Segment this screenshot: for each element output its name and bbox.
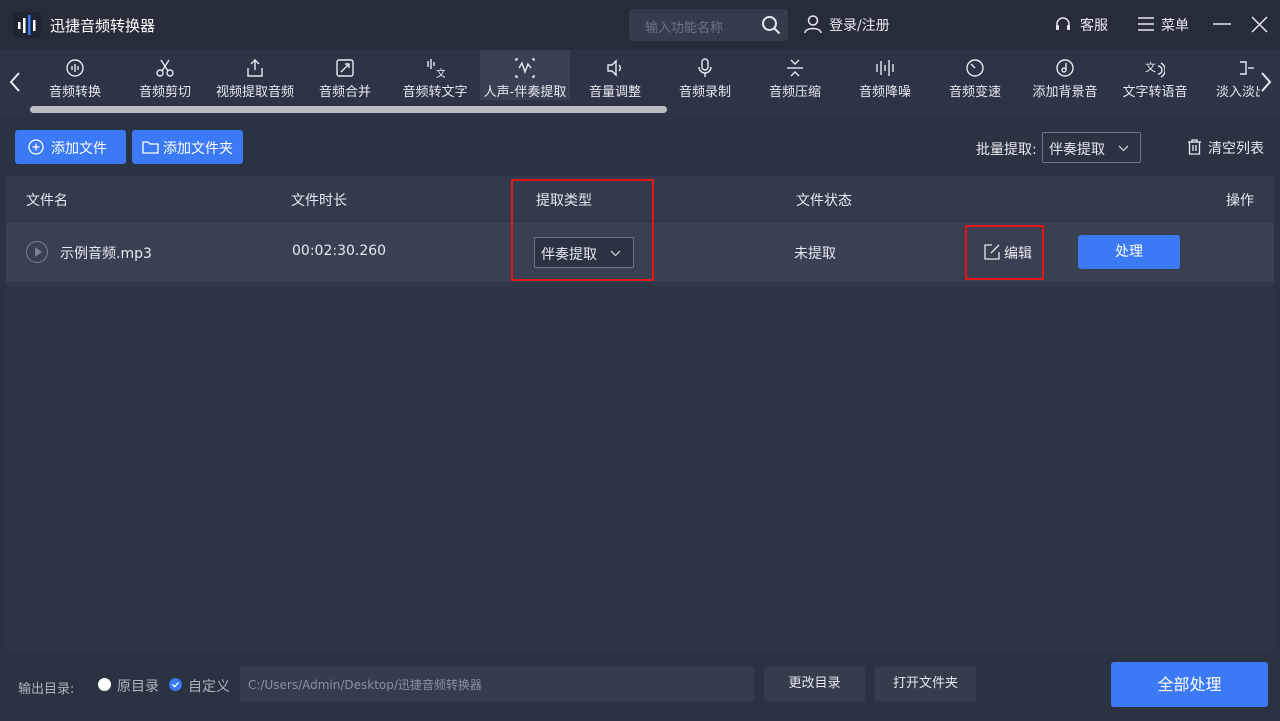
- change-dir-button[interactable]: 更改目录: [764, 667, 865, 701]
- vocal-extract-icon: [515, 58, 535, 78]
- output-path-field[interactable]: C:/Users/Admin/Desktop/迅捷音频转换器: [240, 667, 754, 701]
- add-file-label: 添加文件: [51, 141, 107, 157]
- output-path-value: C:/Users/Admin/Desktop/迅捷音频转换器: [248, 678, 482, 692]
- batch-extract-value: 伴奏提取: [1049, 142, 1105, 158]
- func-audio-convert[interactable]: 音频转换: [30, 50, 120, 100]
- clear-list-label: 清空列表: [1208, 141, 1264, 157]
- scissors-icon: [156, 59, 174, 77]
- chevron-right-icon[interactable]: [1257, 70, 1275, 94]
- search-icon[interactable]: [761, 15, 781, 35]
- speaker-icon: [607, 59, 621, 77]
- func-add-bgm[interactable]: 添加背景音: [1020, 50, 1110, 100]
- folder-icon: [142, 141, 159, 154]
- play-icon[interactable]: [26, 241, 48, 263]
- denoise-icon: [876, 60, 894, 76]
- microphone-icon: [698, 58, 712, 77]
- edit-icon: [984, 244, 1000, 260]
- func-audio-speed[interactable]: 音频变速: [930, 50, 1020, 100]
- row-extract-type-value: 伴奏提取: [541, 247, 597, 263]
- headset-icon[interactable]: [1055, 16, 1071, 32]
- music-note-icon: [1056, 59, 1074, 77]
- func-audio-compress[interactable]: 音频压缩: [750, 50, 840, 100]
- process-button[interactable]: 处理: [1078, 235, 1180, 269]
- compress-icon: [787, 59, 803, 77]
- svg-text:文: 文: [436, 67, 445, 78]
- process-all-button[interactable]: 全部处理: [1111, 662, 1268, 707]
- func-audio-denoise[interactable]: 音频降噪: [840, 50, 930, 100]
- speed-icon: [966, 59, 984, 77]
- customer-service-button[interactable]: 客服: [1080, 15, 1108, 35]
- menu-button[interactable]: 菜单: [1161, 15, 1189, 35]
- menu-icon[interactable]: [1138, 17, 1154, 31]
- login-link[interactable]: 登录/注册: [829, 15, 890, 35]
- merge-icon: [336, 59, 354, 77]
- row-duration: 00:02:30.260: [292, 243, 387, 259]
- add-folder-button[interactable]: 添加文件夹: [132, 130, 243, 164]
- row-filename: 示例音频.mp3: [60, 246, 152, 262]
- edit-label: 编辑: [1004, 246, 1032, 262]
- radio-original[interactable]: [98, 678, 111, 691]
- func-label: 淡入淡出: [1216, 85, 1260, 100]
- add-file-button[interactable]: 添加文件: [15, 130, 126, 164]
- audio-to-text-icon: 文: [427, 59, 445, 78]
- chevron-down-icon: [610, 250, 621, 257]
- add-folder-label: 添加文件夹: [163, 141, 233, 157]
- close-icon[interactable]: [1251, 16, 1268, 33]
- title-bar: 迅捷音频转换器 输入功能名称 登录/注册 客服 菜单: [0, 0, 1280, 50]
- audio-convert-icon: [66, 59, 84, 77]
- func-audio-to-text[interactable]: 文 音频转文字: [390, 50, 480, 100]
- output-dir-label: 输出目录:: [18, 682, 75, 697]
- minimize-icon[interactable]: [1213, 23, 1231, 25]
- radio-custom-checked[interactable]: [169, 678, 182, 691]
- search-input[interactable]: 输入功能名称: [645, 17, 723, 36]
- function-bar: 音频转换 音频剪切 视频提取音频 音频合并 文 音频转文字 人声-伴奏提取 音量…: [0, 50, 1280, 116]
- row-status: 未提取: [794, 246, 836, 262]
- svg-text:文: 文: [1145, 60, 1156, 74]
- upload-icon: [247, 59, 263, 77]
- func-label: 文字转语音: [1122, 85, 1188, 100]
- func-fade[interactable]: 淡入淡出: [1200, 50, 1260, 100]
- header-status: 文件状态: [796, 193, 852, 209]
- user-icon[interactable]: [803, 14, 823, 34]
- header-duration: 文件时长: [291, 193, 347, 209]
- func-volume-adjust[interactable]: 音量调整: [570, 50, 660, 100]
- radio-original-label: 原目录: [117, 679, 159, 695]
- edit-button[interactable]: 编辑: [984, 243, 1034, 263]
- plus-circle-icon: [28, 139, 44, 155]
- file-list-area: [6, 282, 1274, 654]
- func-audio-cut[interactable]: 音频剪切: [120, 50, 210, 100]
- function-scrollbar[interactable]: [30, 106, 667, 113]
- text-to-speech-icon: 文: [1145, 60, 1165, 78]
- row-extract-type-select[interactable]: 伴奏提取: [534, 237, 634, 268]
- footer-bar: 输出目录: 原目录 自定义 C:/Users/Admin/Desktop/迅捷音…: [0, 655, 1280, 721]
- batch-extract-label: 批量提取:: [976, 142, 1037, 158]
- waveform-logo-icon: [13, 12, 41, 38]
- app-title: 迅捷音频转换器: [50, 17, 156, 35]
- function-search[interactable]: 输入功能名称: [629, 9, 788, 41]
- fade-icon: [1240, 61, 1254, 75]
- header-filename: 文件名: [26, 193, 68, 209]
- trash-icon: [1188, 139, 1201, 155]
- func-text-to-speech[interactable]: 文 文字转语音: [1110, 50, 1200, 100]
- radio-custom-label: 自定义: [188, 679, 230, 695]
- func-video-extract-audio[interactable]: 视频提取音频: [210, 50, 300, 100]
- func-audio-merge[interactable]: 音频合并: [300, 50, 390, 100]
- header-action: 操作: [1226, 193, 1254, 209]
- func-vocal-extract[interactable]: 人声-伴奏提取: [480, 50, 570, 100]
- chevron-down-icon: [1118, 145, 1129, 152]
- func-audio-record[interactable]: 音频录制: [660, 50, 750, 100]
- open-folder-button[interactable]: 打开文件夹: [875, 667, 976, 701]
- batch-extract-select[interactable]: 伴奏提取: [1042, 132, 1141, 163]
